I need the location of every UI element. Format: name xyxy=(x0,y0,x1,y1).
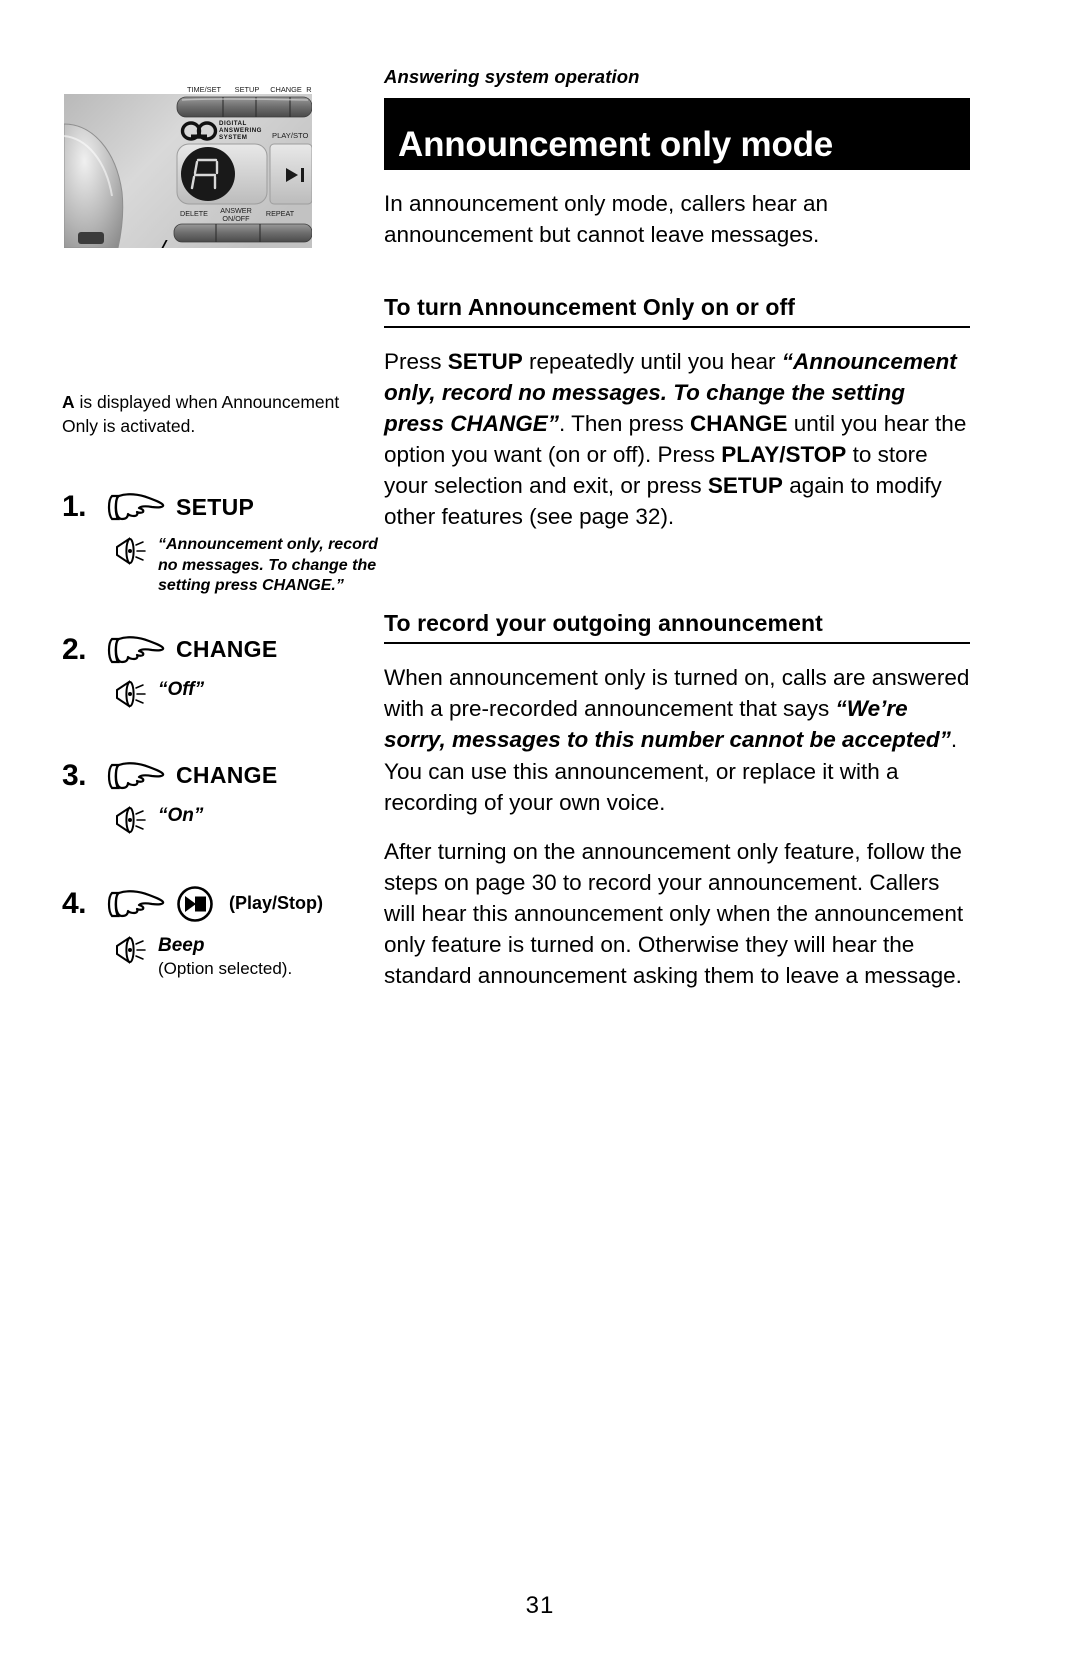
speaker-icon xyxy=(116,537,146,566)
manual-page: TIME/SET SETUP CHANGE REC xyxy=(0,0,1080,1669)
svg-text:DELETE: DELETE xyxy=(180,209,208,218)
section-heading-1: To turn Announcement Only on or off xyxy=(384,294,970,329)
speaker-icon xyxy=(116,679,146,708)
svg-text:SETUP: SETUP xyxy=(235,85,260,94)
pointing-hand-icon xyxy=(107,761,165,789)
right-column: Answering system operation Announcement … xyxy=(384,66,970,991)
step-4-response: Beep (Option selected). xyxy=(114,933,380,980)
step-4: 4. (Play/Stop) Beep (Option selected). xyxy=(62,885,380,980)
top-button-row xyxy=(176,96,312,118)
step-3-response-text: “On” xyxy=(158,804,204,826)
step-4-response-text: Beep xyxy=(158,934,205,956)
step-1: 1. SETUP “Announcement only, record no m… xyxy=(62,490,380,596)
page-title: Announcement only mode xyxy=(398,125,834,164)
pointing-hand-icon xyxy=(107,635,165,663)
svg-text:CHANGE: CHANGE xyxy=(270,85,302,94)
svg-text:SYSTEM: SYSTEM xyxy=(219,134,247,141)
section-heading-2: To record your outgoing announcement xyxy=(384,610,970,645)
step-4-response-wrap: Beep (Option selected). xyxy=(158,933,292,980)
step-1-response: “Announcement only, record no messages. … xyxy=(114,534,380,596)
step-2-response-text: “Off” xyxy=(158,678,205,700)
display-panel xyxy=(176,143,312,205)
top-button-labels: TIME/SET SETUP CHANGE REC xyxy=(187,85,312,94)
answering-machine-figure: TIME/SET SETUP CHANGE REC xyxy=(64,85,312,248)
step-1-action: 1. SETUP xyxy=(62,490,380,524)
step-4-button-label: (Play/Stop) xyxy=(229,893,324,914)
play-stop-button-icon xyxy=(177,885,213,922)
step-2-action: 2. CHANGE xyxy=(62,633,380,667)
step-2-button-label: CHANGE xyxy=(176,636,278,663)
step-1-response-text: “Announcement only, record no messages. … xyxy=(158,536,378,595)
device-illustration: TIME/SET SETUP CHANGE REC xyxy=(64,80,312,248)
step-3-response: “On” xyxy=(114,803,380,835)
pointing-hand-icon xyxy=(107,493,165,521)
section-title-bar: Announcement only mode xyxy=(384,98,970,170)
step-4-response-note: (Option selected). xyxy=(158,959,293,978)
svg-text:TIME/SET: TIME/SET xyxy=(187,85,222,94)
step-2: 2. CHANGE “Off” xyxy=(62,633,380,709)
step-3-number: 3. xyxy=(62,758,87,792)
speaker-icon xyxy=(116,805,146,834)
speaker-icon xyxy=(116,935,146,964)
steps-list: 1. SETUP “Announcement only, record no m… xyxy=(62,490,380,979)
step-4-number: 4. xyxy=(62,886,87,920)
pointing-hand-icon xyxy=(107,889,165,917)
step-1-number: 1. xyxy=(62,490,87,524)
step-3-button-label: CHANGE xyxy=(176,762,278,789)
step-4-action: 4. (Play/Stop) xyxy=(62,885,380,923)
running-head: Answering system operation xyxy=(384,66,640,87)
step-2-number: 2. xyxy=(62,632,87,666)
section-2-paragraph-2: After turning on the announcement only f… xyxy=(384,838,964,988)
svg-text:ANSWERING: ANSWERING xyxy=(219,127,262,134)
step-3: 3. CHANGE “On” xyxy=(62,759,380,835)
play-stop-label: PLAY/STO xyxy=(272,131,309,140)
left-column: TIME/SET SETUP CHANGE REC xyxy=(62,80,380,986)
section-2-paragraph-1: When announcement only is turned on, cal… xyxy=(384,665,970,815)
svg-text:ON/OFF: ON/OFF xyxy=(222,214,250,223)
svg-text:DIGITAL: DIGITAL xyxy=(219,120,247,127)
svg-text:REC: REC xyxy=(306,85,312,94)
svg-text:REPEAT: REPEAT xyxy=(266,209,295,218)
step-3-action: 3. CHANGE xyxy=(62,759,380,793)
figure-caption-character: A xyxy=(62,392,75,412)
bottom-button-row xyxy=(173,223,312,243)
figure-caption: A is displayed when Announcement Only is… xyxy=(62,390,380,438)
figure-caption-text: is displayed when Announcement Only is a… xyxy=(62,392,340,437)
step-2-response: “Off” xyxy=(114,677,380,709)
intro-paragraph: In announcement only mode, callers hear … xyxy=(384,191,829,248)
page-number: 31 xyxy=(525,1592,555,1619)
step-1-button-label: SETUP xyxy=(176,493,255,520)
section-1-paragraph-1: Press SETUP repeatedly until you hear “A… xyxy=(384,349,967,530)
